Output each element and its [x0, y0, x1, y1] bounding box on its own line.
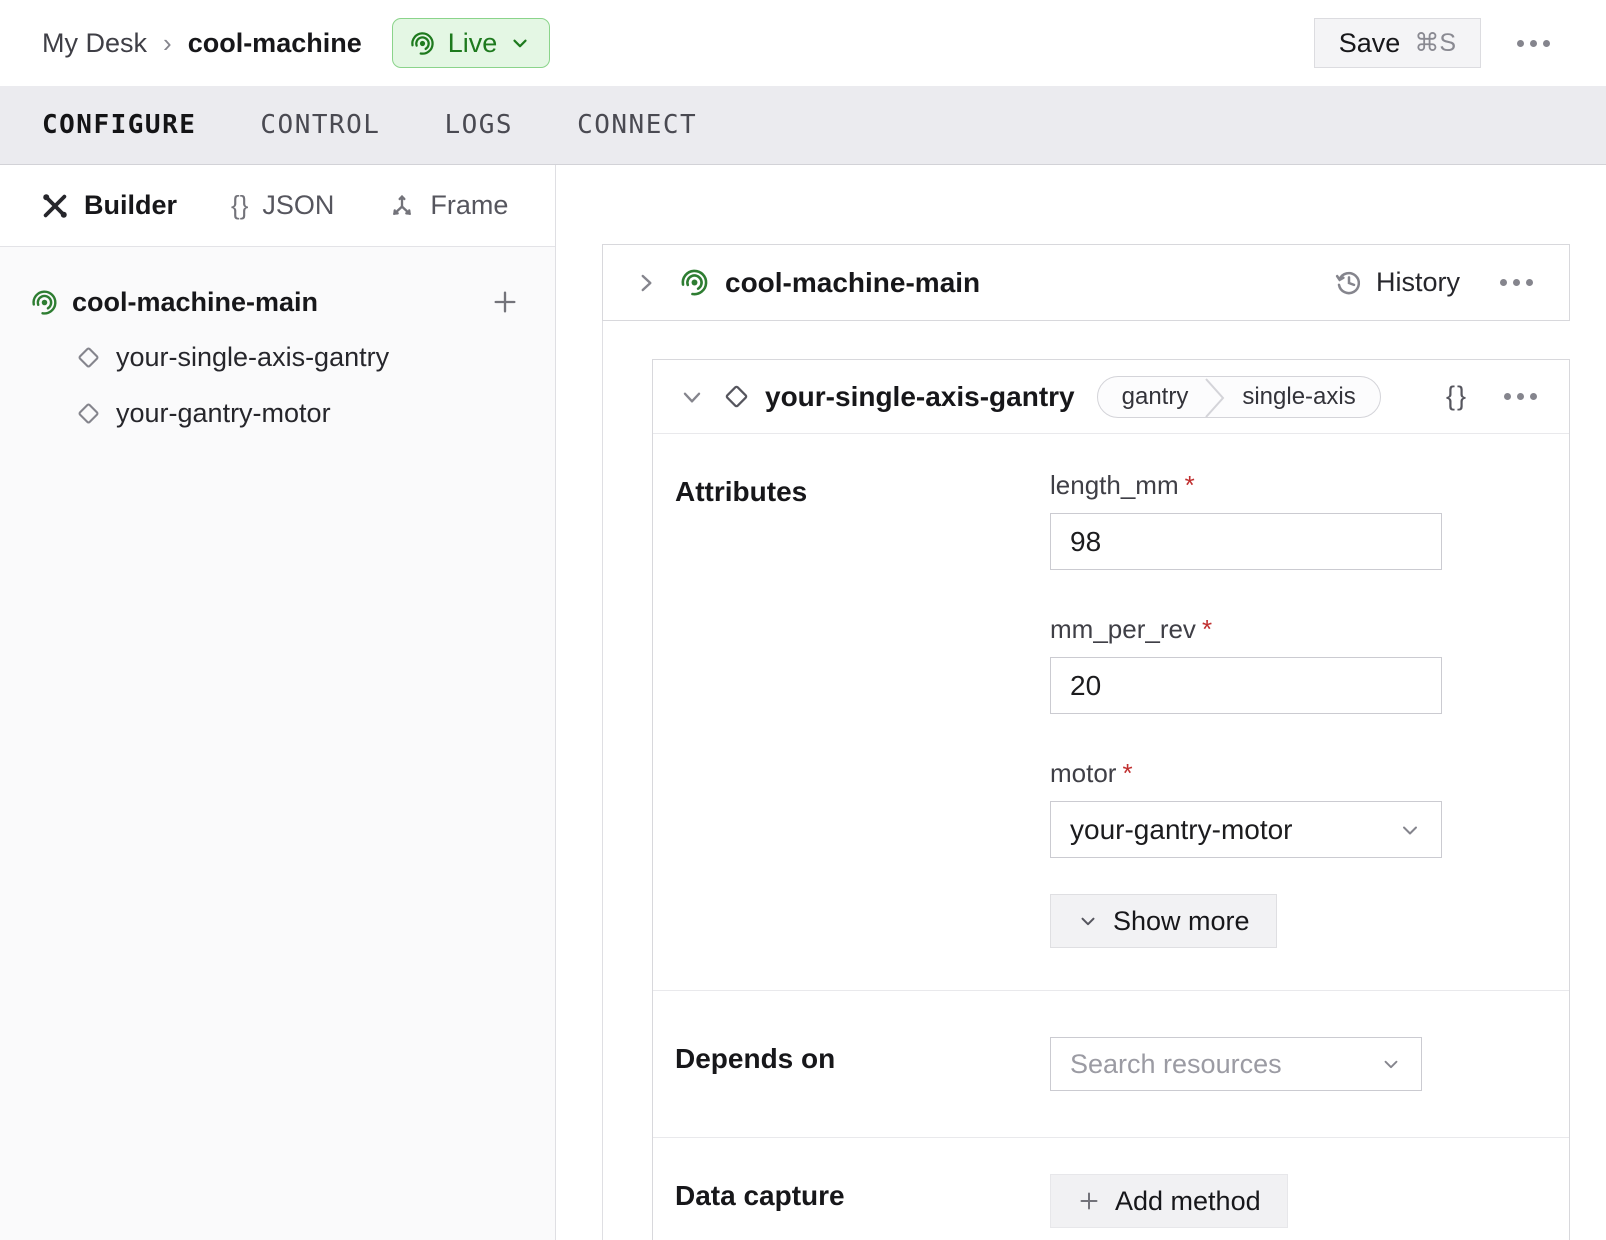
field-label: motor	[1050, 758, 1116, 788]
tab-builder[interactable]: Builder	[40, 190, 177, 221]
tree-item-your-single-axis-gantry[interactable]: your-single-axis-gantry	[76, 329, 519, 385]
add-method-button[interactable]: Add method	[1050, 1174, 1288, 1228]
history-button-label: History	[1376, 267, 1460, 298]
part-broadcast-icon	[679, 267, 710, 298]
header-more-menu-button[interactable]	[1507, 30, 1560, 57]
save-button[interactable]: Save ⌘S	[1314, 18, 1481, 68]
frame-axes-icon	[388, 192, 416, 220]
resource-card-title: your-single-axis-gantry	[765, 381, 1075, 413]
depends-on-section: Depends on Search resources	[653, 990, 1569, 1137]
motor-select-value: your-gantry-motor	[1070, 814, 1293, 846]
depends-on-section-label: Depends on	[675, 1037, 1050, 1091]
component-diamond-icon	[76, 401, 101, 426]
component-diamond-icon	[76, 345, 101, 370]
chevron-down-icon	[1398, 818, 1422, 842]
resource-card-header: your-single-axis-gantry gantry single-ax…	[653, 360, 1569, 434]
tree-item-label: your-single-axis-gantry	[116, 342, 389, 373]
tab-json-label: JSON	[262, 190, 334, 221]
resource-model-badge: gantry single-axis	[1097, 376, 1381, 418]
part-more-menu-button[interactable]	[1490, 269, 1543, 296]
add-method-label: Add method	[1115, 1186, 1261, 1217]
tab-frame-label: Frame	[430, 190, 508, 221]
breadcrumb-current: cool-machine	[188, 28, 362, 59]
builder-main-panel: cool-machine-main History	[556, 165, 1606, 1240]
resource-type-label: gantry	[1098, 377, 1205, 417]
resource-card-gantry: your-single-axis-gantry gantry single-ax…	[652, 359, 1570, 1240]
data-capture-section: Data capture Add method	[653, 1137, 1569, 1240]
tools-icon	[40, 191, 70, 221]
status-badge-label: Live	[448, 28, 498, 59]
part-broadcast-icon	[30, 288, 59, 317]
part-card-header: cool-machine-main History	[602, 244, 1570, 321]
depends-on-placeholder: Search resources	[1070, 1049, 1282, 1080]
required-marker: *	[1185, 470, 1195, 500]
component-diamond-icon	[723, 383, 750, 410]
field-length-mm: length_mm*	[1050, 470, 1545, 570]
machine-status-dropdown[interactable]: Live	[392, 18, 551, 68]
save-shortcut: ⌘S	[1414, 28, 1456, 58]
mm-per-rev-input[interactable]	[1050, 657, 1442, 714]
breadcrumb-parent-link[interactable]: My Desk	[42, 28, 147, 59]
breadcrumb-separator: ›	[163, 28, 172, 59]
field-motor: motor* your-gantry-motor	[1050, 758, 1545, 858]
app-page: My Desk › cool-machine Live Save ⌘S	[0, 0, 1606, 1240]
machine-nav-tabs: CONFIGURE CONTROL LOGS CONNECT	[0, 86, 1606, 165]
chevron-right-icon[interactable]	[629, 266, 663, 300]
chevron-down-icon	[1077, 910, 1099, 932]
tab-logs[interactable]: LOGS	[444, 110, 513, 140]
tree-part-label: cool-machine-main	[72, 287, 318, 318]
required-marker: *	[1202, 614, 1212, 644]
add-resource-button[interactable]	[491, 288, 519, 316]
motor-select[interactable]: your-gantry-motor	[1050, 801, 1442, 858]
tab-json[interactable]: {} JSON	[231, 190, 334, 221]
length-mm-input[interactable]	[1050, 513, 1442, 570]
part-card-title: cool-machine-main	[725, 267, 980, 299]
config-sidebar: Builder {} JSON Frame	[0, 165, 556, 1240]
tab-frame[interactable]: Frame	[388, 190, 508, 221]
view-json-icon[interactable]: {}	[1446, 381, 1468, 412]
tree-item-label: your-gantry-motor	[116, 398, 331, 429]
resource-more-menu-button[interactable]	[1494, 383, 1547, 410]
field-label: mm_per_rev	[1050, 614, 1196, 644]
resource-model-label: single-axis	[1226, 377, 1379, 417]
tree-item-your-gantry-motor[interactable]: your-gantry-motor	[76, 385, 519, 441]
required-marker: *	[1122, 758, 1132, 788]
field-label: length_mm	[1050, 470, 1179, 500]
history-button[interactable]: History	[1334, 267, 1460, 298]
badge-chevron-divider	[1204, 377, 1226, 417]
attributes-section-label: Attributes	[675, 470, 1050, 948]
plus-icon	[1077, 1189, 1101, 1213]
tab-configure[interactable]: CONFIGURE	[42, 110, 196, 140]
attributes-section: Attributes length_mm* mm_per_rev*	[653, 434, 1569, 990]
save-button-label: Save	[1339, 28, 1401, 59]
history-clock-icon	[1334, 268, 1364, 298]
chevron-down-icon	[1380, 1053, 1402, 1075]
field-mm-per-rev: mm_per_rev*	[1050, 614, 1545, 714]
tab-control[interactable]: CONTROL	[260, 110, 380, 140]
braces-icon: {}	[231, 190, 248, 221]
tab-connect[interactable]: CONNECT	[577, 110, 697, 140]
part-resources-container: your-single-axis-gantry gantry single-ax…	[602, 321, 1570, 1240]
depends-on-search-select[interactable]: Search resources	[1050, 1037, 1422, 1091]
show-more-label: Show more	[1113, 906, 1250, 937]
part-broadcast-icon	[409, 30, 436, 57]
data-capture-section-label: Data capture	[675, 1174, 1050, 1228]
chevron-down-icon[interactable]	[675, 380, 709, 414]
tab-builder-label: Builder	[84, 190, 177, 221]
resource-tree: cool-machine-main your-single-axis-gantr…	[0, 247, 555, 1240]
tree-part-cool-machine-main[interactable]: cool-machine-main	[30, 275, 519, 329]
breadcrumb: My Desk › cool-machine	[42, 28, 362, 59]
chevron-down-icon	[509, 32, 531, 54]
show-more-button[interactable]: Show more	[1050, 894, 1277, 948]
app-header: My Desk › cool-machine Live Save ⌘S	[0, 0, 1606, 86]
config-view-tabs: Builder {} JSON Frame	[0, 165, 555, 247]
